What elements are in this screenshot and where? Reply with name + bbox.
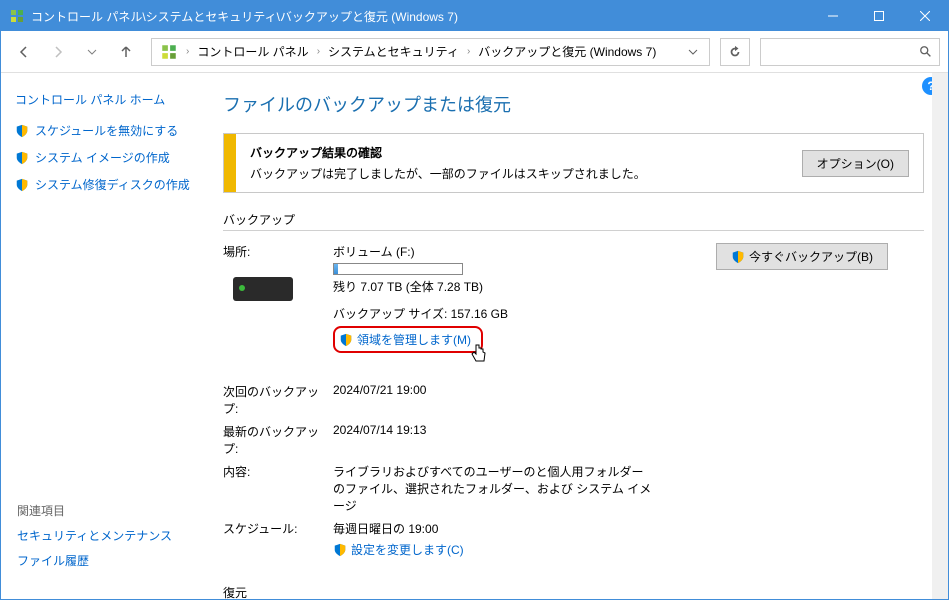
control-panel-icon [160,43,178,61]
sidebar: コントロール パネル ホーム スケジュールを無効にする システム イメージの作成… [1,73,211,599]
disk-usage-bar [333,263,463,275]
page-title: ファイルのバックアップまたは復元 [223,91,924,117]
backup-now-label: 今すぐバックアップ(B) [749,248,873,265]
next-backup-value: 2024/07/21 19:00 [333,383,924,417]
alert-stripe [224,134,236,192]
refresh-button[interactable] [720,38,750,66]
titlebar: コントロール パネル\システムとセキュリティ\バックアップと復元 (Window… [1,1,948,31]
sidebar-item-label: システム修復ディスクの作成 [35,176,190,193]
drive-icon [233,277,293,301]
shield-icon [731,250,745,264]
close-button[interactable] [902,1,948,31]
vertical-scrollbar[interactable] [932,73,948,599]
manage-space-link[interactable]: 領域を管理します(M) [357,331,471,348]
chevron-right-icon: › [467,46,470,57]
change-settings-label: 設定を変更します(C) [351,541,464,558]
sidebar-item-create-image[interactable]: システム イメージの作成 [15,149,197,166]
sidebar-item-disable-schedule[interactable]: スケジュールを無効にする [15,122,197,139]
related-security[interactable]: セキュリティとメンテナンス [17,527,172,544]
related-item-label: セキュリティとメンテナンス [17,527,172,544]
free-space-text: 残り 7.07 TB (全体 7.28 TB) [333,278,924,295]
app-icon [9,8,25,24]
related-file-history[interactable]: ファイル履歴 [17,552,172,569]
next-backup-label: 次回のバックアップ: [223,383,333,417]
content-label: 内容: [223,463,333,514]
window: コントロール パネル\システムとセキュリティ\バックアップと復元 (Window… [0,0,949,600]
search-box[interactable] [760,38,940,66]
chevron-right-icon: › [317,46,320,57]
nav-forward-button[interactable] [43,37,73,67]
cursor-hand-icon [469,343,489,365]
toolbar: › コントロール パネル › システムとセキュリティ › バックアップと復元 (… [1,31,948,73]
backup-section-header: バックアップ [223,211,924,231]
content-value: ライブラリおよびすべてのユーザーのと個人用フォルダーのファイル、選択されたフォル… [333,463,653,514]
last-backup-value: 2024/07/14 19:13 [333,423,924,457]
options-button[interactable]: オプション(O) [802,150,909,177]
control-panel-home-link[interactable]: コントロール パネル ホーム [15,91,197,108]
nav-history-button[interactable] [77,37,107,67]
schedule-value: 毎週日曜日の 19:00 [333,520,924,537]
chevron-right-icon: › [186,46,189,57]
breadcrumb[interactable]: › コントロール パネル › システムとセキュリティ › バックアップと復元 (… [151,38,710,66]
related-items: 関連項目 セキュリティとメンテナンス ファイル履歴 [17,502,172,579]
nav-up-button[interactable] [111,37,141,67]
maximize-button[interactable] [856,1,902,31]
restore-section-header: 復元 [223,584,924,600]
alert-title: バックアップ結果の確認 [250,144,802,161]
sidebar-item-label: システム イメージの作成 [35,149,170,166]
shield-icon [15,151,29,165]
alert-body-text: バックアップは完了しましたが、一部のファイルはスキップされました。 [250,165,802,182]
breadcrumb-dropdown[interactable] [681,47,705,57]
related-label: 関連項目 [17,502,172,519]
backup-size-text: バックアップ サイズ: 157.16 GB [333,305,924,322]
highlighted-manage-link: 領域を管理します(M) [333,326,483,353]
last-backup-label: 最新のバックアップ: [223,423,333,457]
sidebar-item-label: スケジュールを無効にする [35,122,178,139]
related-item-label: ファイル履歴 [17,552,89,569]
shield-icon [15,178,29,192]
backup-result-alert: バックアップ結果の確認 バックアップは完了しましたが、一部のファイルはスキップさ… [223,133,924,193]
search-input[interactable] [767,45,919,59]
change-settings-link[interactable]: 設定を変更します(C) [333,541,464,558]
breadcrumb-item[interactable]: バックアップと復元 (Windows 7) [474,41,660,62]
search-icon [919,45,933,59]
schedule-label: スケジュール: [223,520,333,560]
shield-icon [333,543,347,557]
minimize-button[interactable] [810,1,856,31]
breadcrumb-item[interactable]: コントロール パネル [193,41,312,62]
window-title: コントロール パネル\システムとセキュリティ\バックアップと復元 (Window… [31,8,810,25]
shield-icon [15,124,29,138]
sidebar-item-create-disc[interactable]: システム修復ディスクの作成 [15,176,197,193]
content-area: ? コントロール パネル ホーム スケジュールを無効にする システム イメージの… [1,73,948,599]
main-panel: ファイルのバックアップまたは復元 バックアップ結果の確認 バックアップは完了しま… [211,73,948,599]
backup-now-button[interactable]: 今すぐバックアップ(B) [716,243,888,270]
breadcrumb-item[interactable]: システムとセキュリティ [324,41,463,62]
shield-icon [339,333,353,347]
nav-back-button[interactable] [9,37,39,67]
